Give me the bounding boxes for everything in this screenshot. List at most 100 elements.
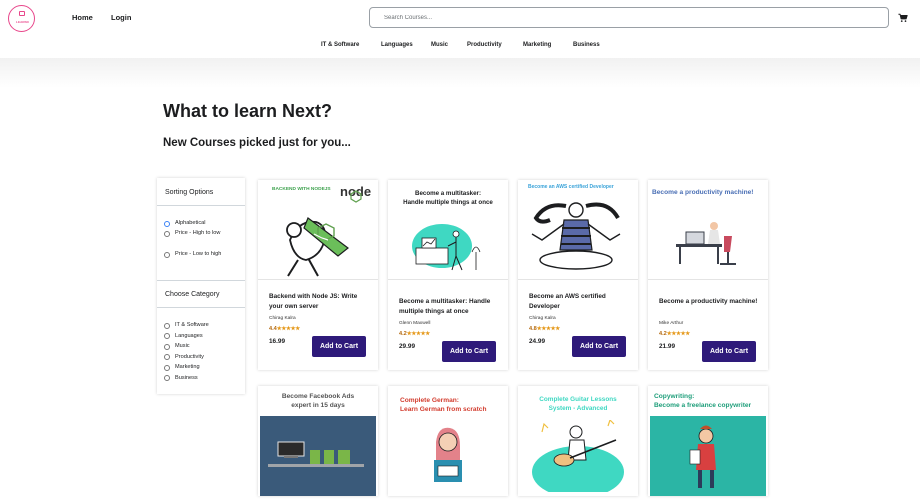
category-link-marketing[interactable]: Marketing (523, 42, 551, 48)
course-title[interactable]: Become a productivity machine! (659, 297, 759, 307)
radio-icon[interactable] (164, 322, 170, 329)
divider (157, 307, 245, 308)
category-navbar: IT & Software Languages Music Productivi… (0, 36, 920, 58)
course-rating: 4.2★★★★★ (659, 331, 690, 337)
sort-option-price-high-low[interactable]: Price - High to low (164, 230, 225, 239)
category-link-languages[interactable]: Languages (381, 42, 413, 48)
course-price: 29.99 (399, 343, 415, 350)
sort-option-label: Price - Low to high (175, 251, 222, 257)
category-filter-business[interactable]: Business (164, 375, 198, 384)
add-to-cart-button[interactable]: Add to Cart (312, 336, 366, 357)
meditation-illustration-icon (531, 202, 621, 270)
category-filter-label: Productivity (175, 353, 204, 360)
filter-sidebar: Sorting Options Alphabetical Price - Hig… (157, 178, 245, 394)
logo-mark-icon (19, 11, 25, 16)
logo-text: LEARNX (16, 20, 29, 24)
radio-icon[interactable] (164, 333, 170, 339)
add-to-cart-button[interactable]: Add to Cart (442, 341, 496, 362)
course-title[interactable]: Become an AWS certified Developer (529, 292, 629, 312)
course-price: 21.99 (659, 343, 675, 350)
nav-login-link[interactable]: Login (111, 13, 131, 22)
sort-option-label: Price - High to low (175, 230, 221, 236)
category-filter-label: IT & Software (175, 322, 209, 328)
multitasker-illustration-icon (412, 224, 481, 271)
thumbnail-caption: BACKEND WITH NODEJS (272, 187, 331, 192)
course-title[interactable]: Backend with Node JS: Write your own ser… (269, 292, 369, 312)
course-rating: 4.4★★★★★ (269, 326, 300, 332)
category-filter-productivity[interactable]: Productivity (164, 354, 204, 363)
category-filter-label: Marketing (175, 364, 200, 370)
developer-illustration-icon (286, 217, 349, 277)
facebook-ads-illustration-icon (260, 416, 376, 496)
page-subtitle: New Courses picked just for you... (163, 137, 351, 149)
nav-home-link[interactable]: Home (72, 13, 93, 22)
divider (157, 205, 245, 206)
course-card[interactable]: Complete Guitar Lessons System - Advance… (518, 386, 638, 496)
course-card[interactable]: Become Facebook Ads expert in 15 days (258, 386, 378, 496)
course-author: Chirag Kalra (529, 316, 556, 321)
site-logo[interactable]: LEARNX (8, 5, 35, 32)
radio-icon[interactable] (164, 343, 170, 350)
radio-icon[interactable] (164, 251, 170, 258)
star-rating-icon: ★★★★★ (536, 326, 560, 332)
copywriter-illustration-icon (650, 416, 766, 496)
header-shadow (0, 58, 920, 88)
desk-worker-illustration-icon (676, 222, 736, 265)
course-price: 16.99 (269, 338, 285, 345)
course-card[interactable]: Copywriting: Become a freelance copywrit… (648, 386, 768, 496)
divider (157, 280, 245, 281)
category-link-it-software[interactable]: IT & Software (321, 42, 359, 48)
search-input[interactable] (369, 7, 889, 28)
course-thumbnail: BACKEND WITH NODEJS node (258, 180, 378, 280)
star-rating-icon: ★★★★★ (406, 331, 430, 337)
sorting-options-title: Sorting Options (165, 189, 214, 196)
course-title[interactable]: Become a multitasker: Handle multiple th… (399, 297, 499, 317)
course-card[interactable]: BACKEND WITH NODEJS node Backend with No… (258, 180, 378, 370)
sort-option-label: Alphabetical (175, 220, 206, 226)
course-card[interactable]: Become an AWS certified Developer Become… (518, 180, 638, 370)
course-card[interactable]: Complete German: Learn German from scrat… (388, 386, 508, 496)
category-filter-label: Music (175, 343, 190, 349)
category-filter-label: Languages (175, 332, 203, 339)
add-to-cart-button[interactable]: Add to Cart (702, 341, 756, 362)
course-thumbnail: Become a productivity machine! (648, 180, 768, 280)
course-rating: 4.8★★★★★ (529, 326, 560, 332)
thumbnail-caption: Complete German: Learn German from scrat… (400, 397, 487, 413)
course-price: 24.99 (529, 338, 545, 345)
radio-icon[interactable] (164, 230, 170, 237)
top-navbar: LEARNX Home Login (0, 0, 920, 36)
course-thumbnail: Become a multitasker: Handle multiple th… (388, 180, 508, 280)
course-author: Glenn Maxwell (399, 321, 431, 326)
sort-option-price-low-high[interactable]: Price - Low to high (164, 251, 225, 260)
star-rating-icon: ★★★★★ (666, 331, 690, 337)
course-author: Mike Arthur (659, 321, 684, 326)
category-filter-music[interactable]: Music (164, 343, 190, 352)
category-filter-it-software[interactable]: IT & Software (164, 322, 209, 331)
rating-value: 4.8 (529, 326, 537, 332)
radio-icon[interactable] (164, 354, 170, 360)
course-rating: 4.2★★★★★ (399, 331, 430, 337)
thumbnail-caption: Copywriting: Become a freelance copywrit… (654, 393, 752, 409)
radio-icon[interactable] (164, 364, 170, 371)
thumbnail-caption: Complete Guitar Lessons System - Advance… (539, 396, 617, 412)
german-learner-illustration-icon (434, 427, 462, 482)
category-link-music[interactable]: Music (431, 42, 448, 48)
category-filter-languages[interactable]: Languages (164, 333, 203, 342)
thumbnail-caption: Become Facebook Ads expert in 15 days (281, 393, 355, 409)
category-filter-marketing[interactable]: Marketing (164, 364, 200, 373)
rating-value: 4.4 (269, 326, 277, 332)
star-rating-icon: ★★★★★ (276, 326, 300, 332)
radio-icon[interactable] (164, 375, 170, 381)
thumbnail-caption: Become an AWS certified Developer (528, 184, 614, 190)
add-to-cart-button[interactable]: Add to Cart (572, 336, 626, 357)
course-card[interactable]: Become a multitasker: Handle multiple th… (388, 180, 508, 370)
course-card[interactable]: Become a productivity machine! Become a … (648, 180, 768, 370)
cart-icon[interactable] (898, 13, 908, 23)
category-link-productivity[interactable]: Productivity (467, 42, 502, 48)
category-link-business[interactable]: Business (573, 42, 600, 48)
radio-selected-icon[interactable] (164, 220, 170, 227)
category-filter-label: Business (175, 374, 198, 381)
rating-value: 4.2 (399, 331, 407, 337)
course-thumbnail: Become an AWS certified Developer (518, 180, 638, 280)
page-title: What to learn Next? (163, 101, 333, 121)
